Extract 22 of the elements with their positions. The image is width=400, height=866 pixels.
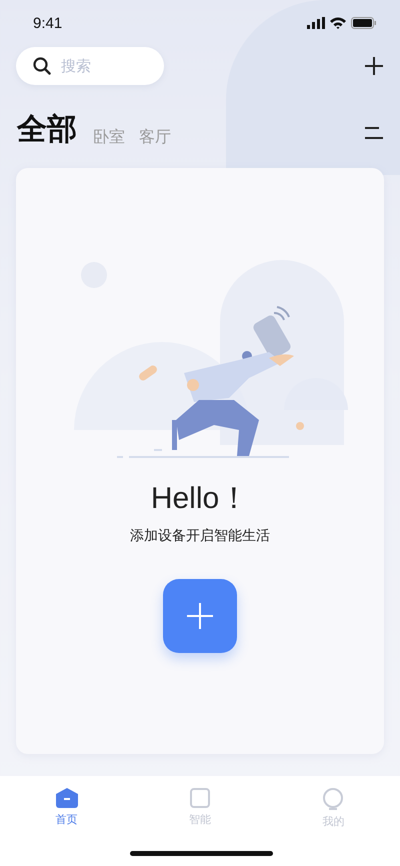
square-icon <box>190 788 210 808</box>
nav-tab[interactable]: 首页 <box>26 788 107 866</box>
room-tab[interactable]: 全部 <box>17 111 77 148</box>
search-icon <box>33 57 51 75</box>
add-icon[interactable] <box>364 56 384 76</box>
battery-icon <box>351 17 376 29</box>
greeting-subtitle: 添加设备开启智能生活 <box>130 527 270 545</box>
status-time: 9:41 <box>33 14 62 32</box>
nav-tab[interactable]: 智能 <box>160 788 240 866</box>
search-field[interactable]: 搜索 <box>16 47 164 85</box>
room-tab[interactable]: 卧室 <box>93 126 125 148</box>
search-input: 搜索 <box>59 56 153 76</box>
plus-icon <box>186 602 214 630</box>
room-tab[interactable]: 客厅 <box>139 126 171 148</box>
wifi-icon <box>330 17 346 29</box>
add-device-button[interactable] <box>163 579 237 653</box>
menu-icon[interactable] <box>364 126 384 140</box>
house-icon <box>56 788 78 808</box>
greeting-title: Hello！ <box>150 481 250 517</box>
signal-icon <box>307 17 325 29</box>
nav-tab[interactable]: 我的 <box>293 788 374 866</box>
bulb-icon <box>322 788 344 810</box>
